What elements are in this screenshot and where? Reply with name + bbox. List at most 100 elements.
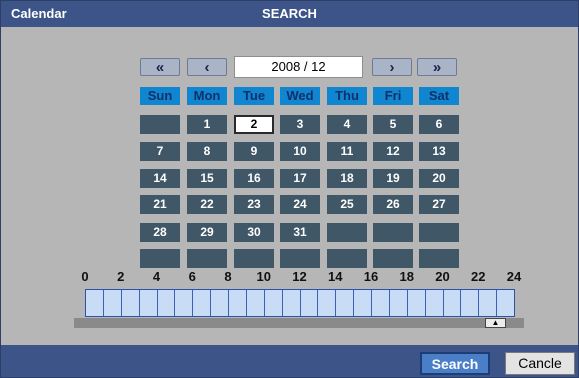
- day-cell-empty: [419, 249, 459, 268]
- cancel-button[interactable]: Cancle: [505, 352, 575, 375]
- timeline-slot[interactable]: [496, 290, 514, 316]
- hour-label-4: 4: [152, 269, 161, 284]
- search-button[interactable]: Search: [420, 352, 490, 375]
- day-cell-18[interactable]: 18: [327, 169, 367, 188]
- hour-label-2: 2: [117, 269, 125, 284]
- day-cell-29[interactable]: 29: [187, 223, 227, 242]
- weekday-tue: Tue: [234, 87, 274, 105]
- day-cell-15[interactable]: 15: [187, 169, 227, 188]
- day-cell-10[interactable]: 10: [280, 142, 320, 161]
- hour-label-18: 18: [399, 269, 414, 284]
- day-cell-5[interactable]: 5: [373, 115, 413, 134]
- timeline-slot[interactable]: [263, 290, 282, 316]
- day-cell-2[interactable]: 2: [234, 115, 274, 134]
- calendar-search-window: Calendar SEARCH « ‹ 2008 / 12 › » Sun Mon…: [0, 0, 579, 378]
- day-cell-22[interactable]: 22: [187, 195, 227, 214]
- day-cell-20[interactable]: 20: [419, 169, 459, 188]
- weekday-mon: Mon: [187, 87, 227, 105]
- timeline-slot[interactable]: [281, 290, 300, 316]
- day-cell-empty: [187, 249, 227, 268]
- hour-label-10: 10: [256, 269, 271, 284]
- hour-label-12: 12: [292, 269, 307, 284]
- day-cell-6[interactable]: 6: [419, 115, 459, 134]
- day-cell-empty: [234, 249, 274, 268]
- timeline-slot[interactable]: [317, 290, 335, 316]
- day-cell-24[interactable]: 24: [280, 195, 320, 214]
- timeline-slot[interactable]: [424, 290, 443, 316]
- hour-label-8: 8: [224, 269, 232, 284]
- day-cell-19[interactable]: 19: [373, 169, 413, 188]
- timeline-slot[interactable]: [210, 290, 228, 316]
- bottom-bar: [1, 345, 578, 377]
- hour-label-20: 20: [435, 269, 450, 284]
- timeline-bar[interactable]: [85, 289, 515, 317]
- timeline-scrollbar[interactable]: [74, 318, 524, 328]
- hour-label-16: 16: [363, 269, 379, 284]
- title-bar: Calendar SEARCH: [1, 1, 578, 27]
- day-cell-empty: [327, 249, 367, 268]
- day-cell-21[interactable]: 21: [140, 195, 180, 214]
- timeline-slot[interactable]: [478, 290, 496, 316]
- day-cell-30[interactable]: 30: [234, 223, 274, 242]
- day-cell-7[interactable]: 7: [140, 142, 180, 161]
- day-cell-empty: [140, 115, 180, 134]
- day-cell-1[interactable]: 1: [187, 115, 227, 134]
- day-cell-25[interactable]: 25: [327, 195, 367, 214]
- timeline-slot[interactable]: [192, 290, 210, 316]
- timeline-slot[interactable]: [460, 290, 478, 316]
- timeline-slot[interactable]: [156, 290, 175, 316]
- hour-label-24: 24: [506, 269, 522, 284]
- weekday-wed: Wed: [280, 87, 320, 105]
- timeline-slot[interactable]: [388, 290, 407, 316]
- day-cell-3[interactable]: 3: [280, 115, 320, 134]
- hour-label-0: 0: [81, 269, 89, 284]
- day-cell-11[interactable]: 11: [327, 142, 367, 161]
- timeline-slot[interactable]: [228, 290, 246, 316]
- next-month-button[interactable]: ›: [372, 58, 412, 76]
- day-cell-27[interactable]: 27: [419, 195, 459, 214]
- day-cell-empty: [419, 223, 459, 242]
- day-cell-13[interactable]: 13: [419, 142, 459, 161]
- weekday-fri: Fri: [373, 87, 413, 105]
- hour-label-22: 22: [471, 269, 486, 284]
- dialog-heading: SEARCH: [262, 6, 317, 21]
- timeline-scroll-thumb[interactable]: ▲: [485, 318, 506, 328]
- day-cell-4[interactable]: 4: [327, 115, 367, 134]
- timeline-slot[interactable]: [335, 290, 353, 316]
- hour-label-14: 14: [328, 269, 343, 284]
- weekday-thu: Thu: [327, 87, 367, 105]
- day-cell-empty: [280, 249, 320, 268]
- weekday-sun: Sun: [140, 87, 180, 105]
- day-cell-12[interactable]: 12: [373, 142, 413, 161]
- day-cell-empty: [327, 223, 367, 242]
- day-cell-28[interactable]: 28: [140, 223, 180, 242]
- day-cell-17[interactable]: 17: [280, 169, 320, 188]
- day-cell-9[interactable]: 9: [234, 142, 274, 161]
- first-month-button[interactable]: «: [140, 58, 180, 76]
- timeline-slot[interactable]: [245, 290, 264, 316]
- day-cell-empty: [373, 249, 413, 268]
- day-cell-16[interactable]: 16: [234, 169, 274, 188]
- prev-month-button[interactable]: ‹: [187, 58, 227, 76]
- last-month-button[interactable]: »: [417, 58, 457, 76]
- timeline-slot[interactable]: [174, 290, 192, 316]
- timeline-slot[interactable]: [371, 290, 389, 316]
- day-cell-empty: [373, 223, 413, 242]
- day-cell-31[interactable]: 31: [280, 223, 320, 242]
- timeline-slot[interactable]: [299, 290, 318, 316]
- day-cell-26[interactable]: 26: [373, 195, 413, 214]
- timeline-slot[interactable]: [120, 290, 139, 316]
- day-cell-23[interactable]: 23: [234, 195, 274, 214]
- timeline-slot[interactable]: [138, 290, 157, 316]
- day-cell-8[interactable]: 8: [187, 142, 227, 161]
- timeline-slot[interactable]: [86, 290, 103, 316]
- day-cell-14[interactable]: 14: [140, 169, 180, 188]
- month-display: 2008 / 12: [234, 56, 363, 78]
- day-cell-empty: [140, 249, 180, 268]
- timeline-slot[interactable]: [442, 290, 461, 316]
- timeline-slot[interactable]: [406, 290, 425, 316]
- timeline-slot[interactable]: [353, 290, 371, 316]
- hour-label-6: 6: [188, 269, 196, 284]
- timeline-slot[interactable]: [102, 290, 121, 316]
- weekday-sat: Sat: [419, 87, 459, 105]
